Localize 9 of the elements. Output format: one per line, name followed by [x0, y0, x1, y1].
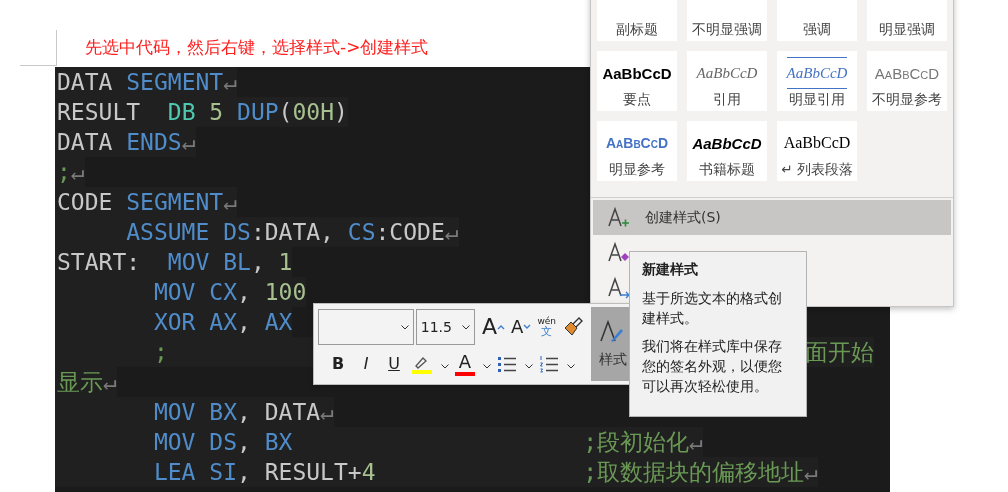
style-sample: AaBbCcD [692, 134, 762, 152]
style-sample: AaBbCcD [696, 64, 758, 82]
style-sample: AaBbCcD [783, 134, 851, 152]
style-sample: AaBbCcD [786, 64, 848, 83]
instruction-text: 先选中代码，然后右键，选择样式->创建样式 [85, 36, 429, 58]
style-sample: AaBbCcD [605, 135, 669, 151]
tooltip-title: 新建样式 [642, 261, 699, 279]
style-sample: AaBbCcD [602, 64, 672, 82]
style-sample: AaBbCcD [874, 64, 940, 82]
